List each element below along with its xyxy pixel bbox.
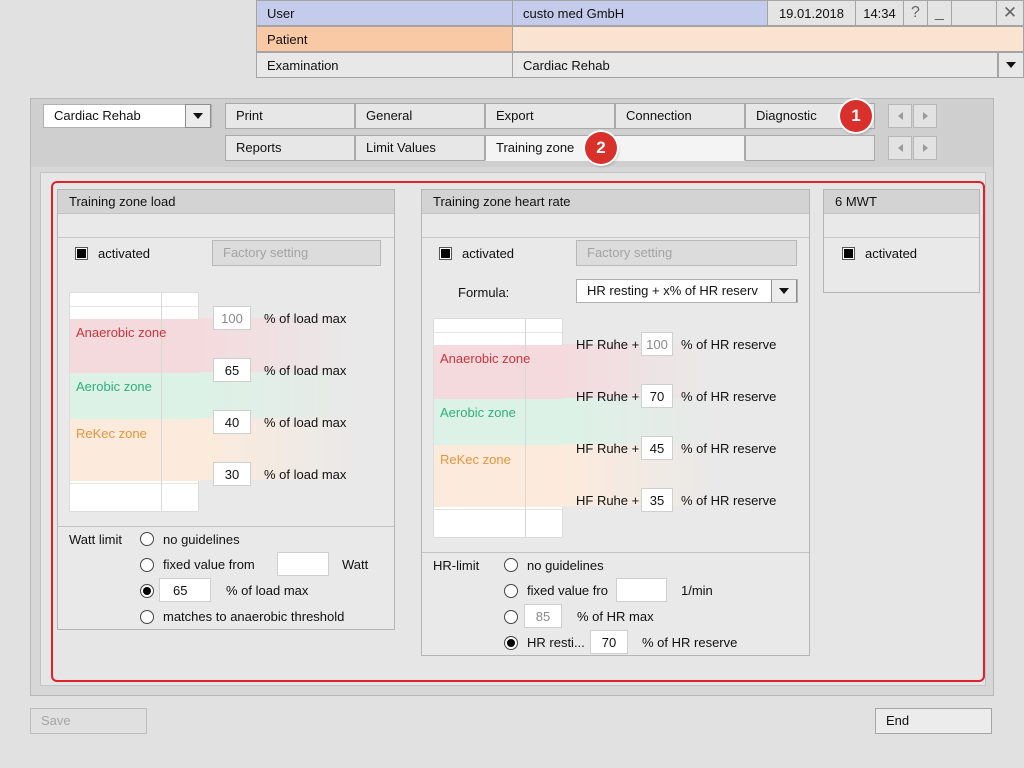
patient-label: Patient bbox=[256, 26, 512, 52]
tab-limit-values[interactable]: Limit Values bbox=[355, 135, 485, 161]
patient-value[interactable] bbox=[512, 26, 1024, 52]
header-user-row: User custo med GmbH 19.01.2018 14:34 ? _ bbox=[256, 0, 1000, 26]
arrow-right-icon bbox=[922, 144, 928, 152]
help-icon[interactable]: ? bbox=[904, 0, 928, 26]
tab-scroll-right-button[interactable] bbox=[913, 104, 937, 128]
header-exam-row: Examination Cardiac Rehab bbox=[256, 52, 1024, 78]
chevron-down-icon bbox=[193, 113, 203, 119]
tab-print[interactable]: Print bbox=[225, 103, 355, 129]
tab-general[interactable]: General bbox=[355, 103, 485, 129]
user-label: User bbox=[256, 0, 512, 26]
program-select[interactable]: Cardiac Rehab bbox=[43, 104, 212, 128]
tab-training-zone-label: Training zone bbox=[496, 140, 575, 155]
tab-connection[interactable]: Connection bbox=[615, 103, 745, 129]
exam-label: Examination bbox=[256, 52, 512, 78]
header-patient-row: Patient bbox=[256, 26, 1024, 52]
user-value: custo med GmbH bbox=[512, 0, 768, 26]
header-spacer bbox=[952, 0, 1000, 26]
tab-reports[interactable]: Reports bbox=[225, 135, 355, 161]
arrow-right-icon bbox=[922, 112, 928, 120]
exam-value[interactable]: Cardiac Rehab bbox=[512, 52, 998, 78]
time-display: 14:34 bbox=[856, 0, 904, 26]
program-dropdown-button[interactable] bbox=[185, 104, 211, 128]
exam-dropdown-button[interactable] bbox=[998, 52, 1024, 78]
program-select-value: Cardiac Rehab bbox=[54, 108, 141, 123]
arrow-left-icon bbox=[897, 144, 903, 152]
tab-row2-scroll-left-button[interactable] bbox=[888, 136, 912, 160]
tab-scroll-left-button[interactable] bbox=[888, 104, 912, 128]
tab-empty[interactable] bbox=[745, 135, 875, 161]
highlight-frame bbox=[51, 181, 985, 682]
date-display: 19.01.2018 bbox=[768, 0, 856, 26]
tab-row2-scroll-right-button[interactable] bbox=[913, 136, 937, 160]
callout-badge-2: 2 bbox=[585, 132, 617, 164]
close-icon[interactable]: ✕ bbox=[996, 0, 1024, 26]
tab-export[interactable]: Export bbox=[485, 103, 615, 129]
minimize-icon[interactable]: _ bbox=[928, 0, 952, 26]
save-button[interactable]: Save bbox=[30, 708, 147, 734]
arrow-left-icon bbox=[897, 112, 903, 120]
end-button[interactable]: End bbox=[875, 708, 992, 734]
callout-badge-1: 1 bbox=[840, 100, 872, 132]
chevron-down-icon bbox=[1006, 62, 1016, 68]
